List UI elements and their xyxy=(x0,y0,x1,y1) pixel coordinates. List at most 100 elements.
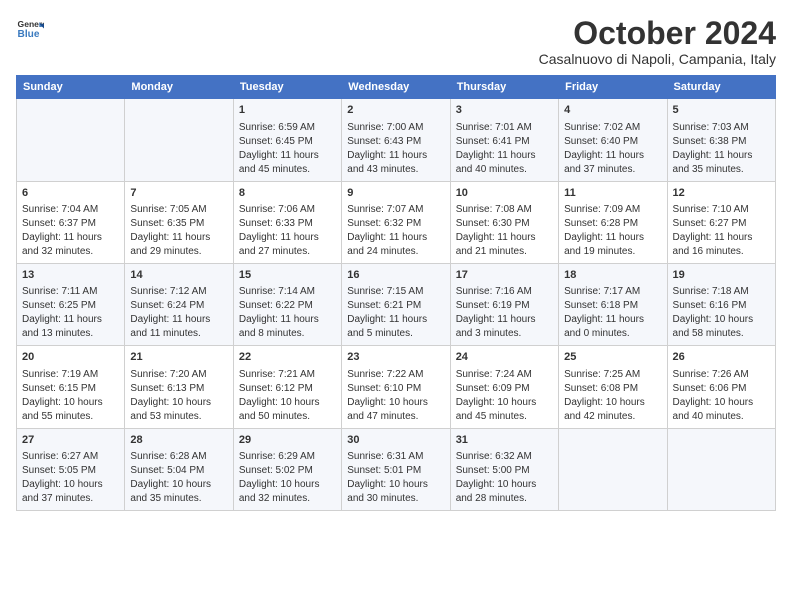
sunset-text: Sunset: 6:45 PM xyxy=(239,135,336,149)
sunrise-text: Sunrise: 7:05 AM xyxy=(130,203,227,217)
sunrise-text: Sunrise: 7:14 AM xyxy=(239,285,336,299)
daylight-text: Daylight: 11 hours and 13 minutes. xyxy=(22,313,119,341)
day-number: 12 xyxy=(673,186,770,201)
week-row-3: 13Sunrise: 7:11 AMSunset: 6:25 PMDayligh… xyxy=(17,263,776,345)
week-row-5: 27Sunrise: 6:27 AMSunset: 5:05 PMDayligh… xyxy=(17,428,776,510)
daylight-text: Daylight: 11 hours and 0 minutes. xyxy=(564,313,661,341)
sunrise-text: Sunrise: 7:24 AM xyxy=(456,368,553,382)
day-cell: 25 Sunrise: 7:25 AMSunset: 6:08 PMDayligh… xyxy=(559,346,667,428)
weekday-header-friday: Friday xyxy=(559,76,667,99)
daylight-text: Daylight: 10 hours and 50 minutes. xyxy=(239,396,336,424)
calendar-table: SundayMondayTuesdayWednesdayThursdayFrid… xyxy=(16,75,776,511)
sunset-text: Sunset: 6:08 PM xyxy=(564,382,661,396)
day-cell xyxy=(559,428,667,510)
sunrise-text: Sunrise: 7:22 AM xyxy=(347,368,444,382)
day-number: 28 xyxy=(130,433,227,448)
sunrise-text: Sunrise: 6:31 AM xyxy=(347,450,444,464)
sunset-text: Sunset: 6:35 PM xyxy=(130,217,227,231)
sunrise-text: Sunrise: 7:09 AM xyxy=(564,203,661,217)
day-cell: 17Sunrise: 7:16 AMSunset: 6:19 PMDayligh… xyxy=(450,263,558,345)
day-number: 25 xyxy=(564,350,661,365)
sunrise-text: Sunrise: 7:06 AM xyxy=(239,203,336,217)
daylight-text: Daylight: 10 hours and 55 minutes. xyxy=(22,396,119,424)
day-number: 16 xyxy=(347,268,444,283)
sunset-text: Sunset: 6:28 PM xyxy=(564,217,661,231)
day-cell: 9 Sunrise: 7:07 AMSunset: 6:32 PMDaylight… xyxy=(342,181,450,263)
sunrise-text: Sunrise: 7:26 AM xyxy=(673,368,770,382)
weekday-header-thursday: Thursday xyxy=(450,76,558,99)
daylight-text: Daylight: 11 hours and 45 minutes. xyxy=(239,149,336,177)
day-number: 30 xyxy=(347,433,444,448)
day-cell: 7Sunrise: 7:05 AMSunset: 6:35 PMDaylight… xyxy=(125,181,233,263)
day-number: 21 xyxy=(130,350,227,365)
sunrise-text: Sunrise: 6:29 AM xyxy=(239,450,336,464)
logo-icon: General Blue xyxy=(16,16,44,44)
day-cell: 21Sunrise: 7:20 AMSunset: 6:13 PMDayligh… xyxy=(125,346,233,428)
day-cell: 27Sunrise: 6:27 AMSunset: 5:05 PMDayligh… xyxy=(17,428,125,510)
sunrise-text: Sunrise: 7:02 AM xyxy=(564,121,661,135)
daylight-text: Daylight: 10 hours and 37 minutes. xyxy=(22,478,119,506)
day-cell xyxy=(125,99,233,181)
day-number: 13 xyxy=(22,268,119,283)
day-cell: 22Sunrise: 7:21 AMSunset: 6:12 PMDayligh… xyxy=(233,346,341,428)
sunrise-text: Sunrise: 7:16 AM xyxy=(456,285,553,299)
day-cell: 13Sunrise: 7:11 AMSunset: 6:25 PMDayligh… xyxy=(17,263,125,345)
day-number: 23 xyxy=(347,350,444,365)
sunset-text: Sunset: 6:33 PM xyxy=(239,217,336,231)
weekday-header-saturday: Saturday xyxy=(667,76,775,99)
day-number: 9 xyxy=(347,186,444,201)
sunset-text: Sunset: 6:22 PM xyxy=(239,299,336,313)
sunrise-text: Sunrise: 6:59 AM xyxy=(239,121,336,135)
daylight-text: Daylight: 11 hours and 8 minutes. xyxy=(239,313,336,341)
sunset-text: Sunset: 6:12 PM xyxy=(239,382,336,396)
day-cell: 8Sunrise: 7:06 AMSunset: 6:33 PMDaylight… xyxy=(233,181,341,263)
day-number: 5 xyxy=(673,103,770,118)
day-number: 24 xyxy=(456,350,553,365)
sunset-text: Sunset: 6:24 PM xyxy=(130,299,227,313)
sunrise-text: Sunrise: 7:19 AM xyxy=(22,368,119,382)
sunrise-text: Sunrise: 7:20 AM xyxy=(130,368,227,382)
week-row-2: 6Sunrise: 7:04 AMSunset: 6:37 PMDaylight… xyxy=(17,181,776,263)
sunset-text: Sunset: 5:04 PM xyxy=(130,464,227,478)
sunrise-text: Sunrise: 7:07 AM xyxy=(347,203,444,217)
day-number: 3 xyxy=(456,103,553,118)
week-row-1: 1Sunrise: 6:59 AMSunset: 6:45 PMDaylight… xyxy=(17,99,776,181)
daylight-text: Daylight: 10 hours and 28 minutes. xyxy=(456,478,553,506)
daylight-text: Daylight: 10 hours and 40 minutes. xyxy=(673,396,770,424)
weekday-header-wednesday: Wednesday xyxy=(342,76,450,99)
day-number: 8 xyxy=(239,186,336,201)
sunrise-text: Sunrise: 7:25 AM xyxy=(564,368,661,382)
day-cell: 10Sunrise: 7:08 AMSunset: 6:30 PMDayligh… xyxy=(450,181,558,263)
daylight-text: Daylight: 11 hours and 5 minutes. xyxy=(347,313,444,341)
day-cell: 23Sunrise: 7:22 AMSunset: 6:10 PMDayligh… xyxy=(342,346,450,428)
sunset-text: Sunset: 6:09 PM xyxy=(456,382,553,396)
day-cell: 19Sunrise: 7:18 AMSunset: 6:16 PMDayligh… xyxy=(667,263,775,345)
daylight-text: Daylight: 11 hours and 35 minutes. xyxy=(673,149,770,177)
sunrise-text: Sunrise: 7:12 AM xyxy=(130,285,227,299)
sunrise-text: Sunrise: 7:03 AM xyxy=(673,121,770,135)
day-number: 1 xyxy=(239,103,336,118)
day-number: 19 xyxy=(673,268,770,283)
day-cell: 31Sunrise: 6:32 AMSunset: 5:00 PMDayligh… xyxy=(450,428,558,510)
day-number: 4 xyxy=(564,103,661,118)
daylight-text: Daylight: 11 hours and 24 minutes. xyxy=(347,231,444,259)
day-cell: 14Sunrise: 7:12 AMSunset: 6:24 PMDayligh… xyxy=(125,263,233,345)
daylight-text: Daylight: 10 hours and 47 minutes. xyxy=(347,396,444,424)
sunset-text: Sunset: 6:37 PM xyxy=(22,217,119,231)
sunrise-text: Sunrise: 7:10 AM xyxy=(673,203,770,217)
day-cell: 12Sunrise: 7:10 AMSunset: 6:27 PMDayligh… xyxy=(667,181,775,263)
daylight-text: Daylight: 10 hours and 58 minutes. xyxy=(673,313,770,341)
page-header: General Blue October 2024 Casalnuovo di … xyxy=(16,16,776,67)
sunrise-text: Sunrise: 7:15 AM xyxy=(347,285,444,299)
daylight-text: Daylight: 11 hours and 21 minutes. xyxy=(456,231,553,259)
sunset-text: Sunset: 6:32 PM xyxy=(347,217,444,231)
sunrise-text: Sunrise: 7:00 AM xyxy=(347,121,444,135)
day-number: 31 xyxy=(456,433,553,448)
daylight-text: Daylight: 11 hours and 32 minutes. xyxy=(22,231,119,259)
sunset-text: Sunset: 6:38 PM xyxy=(673,135,770,149)
month-title: October 2024 xyxy=(539,16,776,51)
daylight-text: Daylight: 10 hours and 42 minutes. xyxy=(564,396,661,424)
sunrise-text: Sunrise: 7:11 AM xyxy=(22,285,119,299)
day-cell: 26Sunrise: 7:26 AMSunset: 6:06 PMDayligh… xyxy=(667,346,775,428)
day-cell: 30Sunrise: 6:31 AMSunset: 5:01 PMDayligh… xyxy=(342,428,450,510)
